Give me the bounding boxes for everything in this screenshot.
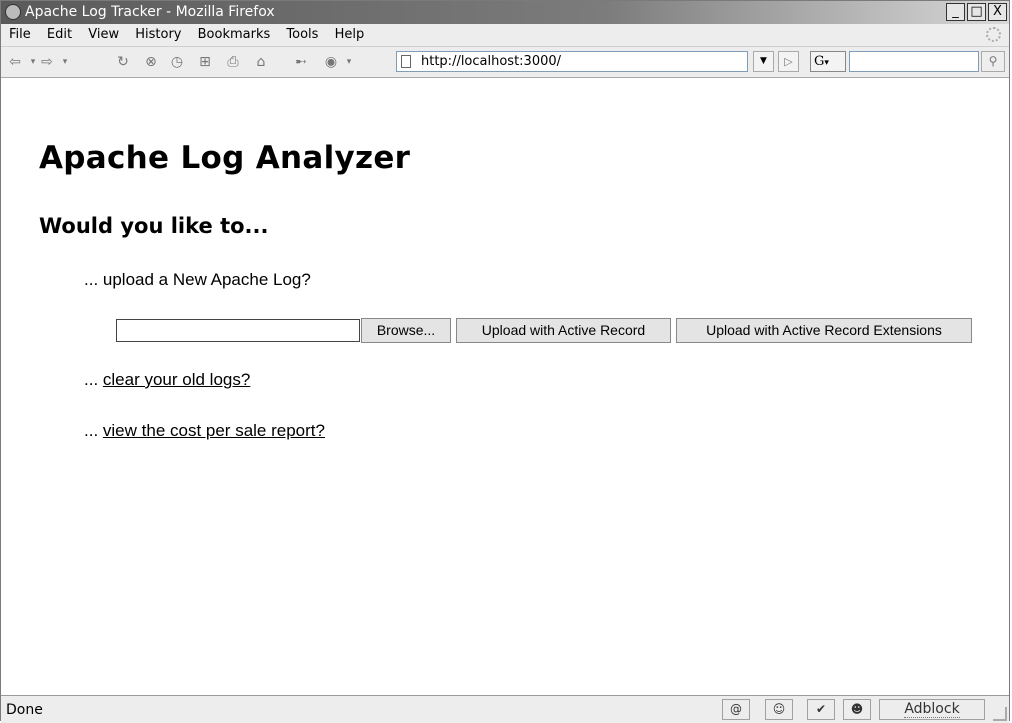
search-engine-label: G xyxy=(814,54,825,69)
menu-view[interactable]: View xyxy=(88,27,119,42)
home-icon[interactable]: ⌂ xyxy=(253,54,269,70)
menu-tools[interactable]: Tools xyxy=(286,27,318,42)
smiley-icon[interactable]: ☺ xyxy=(765,699,793,720)
menu-edit[interactable]: Edit xyxy=(47,27,72,42)
resize-grip-icon[interactable] xyxy=(993,707,1007,721)
upload-active-record-button[interactable]: Upload with Active Record xyxy=(456,318,671,343)
clear-logs-prefix: ... xyxy=(84,370,103,389)
print-icon[interactable]: ⎙ xyxy=(225,54,241,70)
title-bar: Apache Log Tracker - Mozilla Firefox _ □… xyxy=(1,1,1009,24)
search-icon[interactable]: ⚲ xyxy=(981,51,1005,72)
file-path-input[interactable] xyxy=(116,319,360,342)
adblock-label: Adblock xyxy=(904,701,960,718)
search-input[interactable] xyxy=(849,51,979,72)
window-title: Apache Log Tracker - Mozilla Firefox xyxy=(25,4,275,20)
clear-logs-link[interactable]: clear your old logs? xyxy=(103,370,250,389)
upload-prompt: ... upload a New Apache Log? xyxy=(84,270,311,289)
menu-bookmarks[interactable]: Bookmarks xyxy=(198,27,271,42)
page-title: Apache Log Analyzer xyxy=(39,140,411,176)
go-icon[interactable]: ▷ xyxy=(778,51,799,72)
back-icon[interactable]: ⇦ xyxy=(7,54,23,70)
forward-dropdown-icon[interactable]: ▾ xyxy=(57,54,73,70)
minimize-button[interactable]: _ xyxy=(946,3,965,21)
url-text[interactable]: http://localhost:3000/ xyxy=(421,52,561,71)
status-bar: Done @ ☺ ✔ ☻ Adblock xyxy=(1,695,1009,723)
browse-button[interactable]: Browse... xyxy=(361,318,451,343)
throbber-icon xyxy=(986,27,1001,42)
reload-icon[interactable]: ↻ xyxy=(115,54,131,70)
menu-bar: File Edit View History Bookmarks Tools H… xyxy=(1,24,1009,47)
browser-window: Apache Log Tracker - Mozilla Firefox _ □… xyxy=(0,0,1010,723)
window-controls: _ □ X xyxy=(946,3,1007,21)
report-item: ... view the cost per sale report? xyxy=(84,421,325,441)
url-dropdown-icon[interactable]: ▼ xyxy=(753,51,774,72)
checkmark-icon[interactable]: ✔ xyxy=(807,699,835,720)
menu-file[interactable]: File xyxy=(9,27,31,42)
history-icon[interactable]: ◷ xyxy=(169,54,185,70)
report-prefix: ... xyxy=(84,421,103,440)
feather-icon[interactable]: ➸ xyxy=(293,54,309,70)
upload-active-record-extensions-button[interactable]: Upload with Active Record Extensions xyxy=(676,318,972,343)
globe-dropdown-icon[interactable]: ▾ xyxy=(341,54,357,70)
globe-icon[interactable]: ◉ xyxy=(323,54,339,70)
menu-history[interactable]: History xyxy=(135,27,181,42)
adblock-button[interactable]: Adblock xyxy=(879,699,985,720)
cost-per-sale-report-link[interactable]: view the cost per sale report? xyxy=(103,421,325,440)
new-tab-icon[interactable]: ⊞ xyxy=(197,54,213,70)
page-content: Apache Log Analyzer Would you like to...… xyxy=(1,78,1009,694)
page-subtitle: Would you like to... xyxy=(39,214,269,238)
clear-logs-item: ... clear your old logs? xyxy=(84,370,250,390)
page-icon xyxy=(401,55,411,68)
firefox-status-icon[interactable]: ☻ xyxy=(843,699,871,720)
firefox-icon xyxy=(5,4,21,20)
forward-icon[interactable]: ⇨ xyxy=(39,54,55,70)
address-bar[interactable]: http://localhost:3000/ xyxy=(396,51,748,72)
at-icon[interactable]: @ xyxy=(722,699,750,720)
navigation-toolbar: ⇦ ▾ ⇨ ▾ ↻ ⊗ ◷ ⊞ ⎙ ⌂ ➸ ◉ ▾ http://localho… xyxy=(1,47,1009,78)
search-engine-selector[interactable]: G▾ xyxy=(810,51,846,72)
maximize-button[interactable]: □ xyxy=(967,3,986,21)
menu-help[interactable]: Help xyxy=(335,27,365,42)
status-text: Done xyxy=(6,702,43,718)
close-button[interactable]: X xyxy=(988,3,1007,21)
stop-icon[interactable]: ⊗ xyxy=(143,54,159,70)
